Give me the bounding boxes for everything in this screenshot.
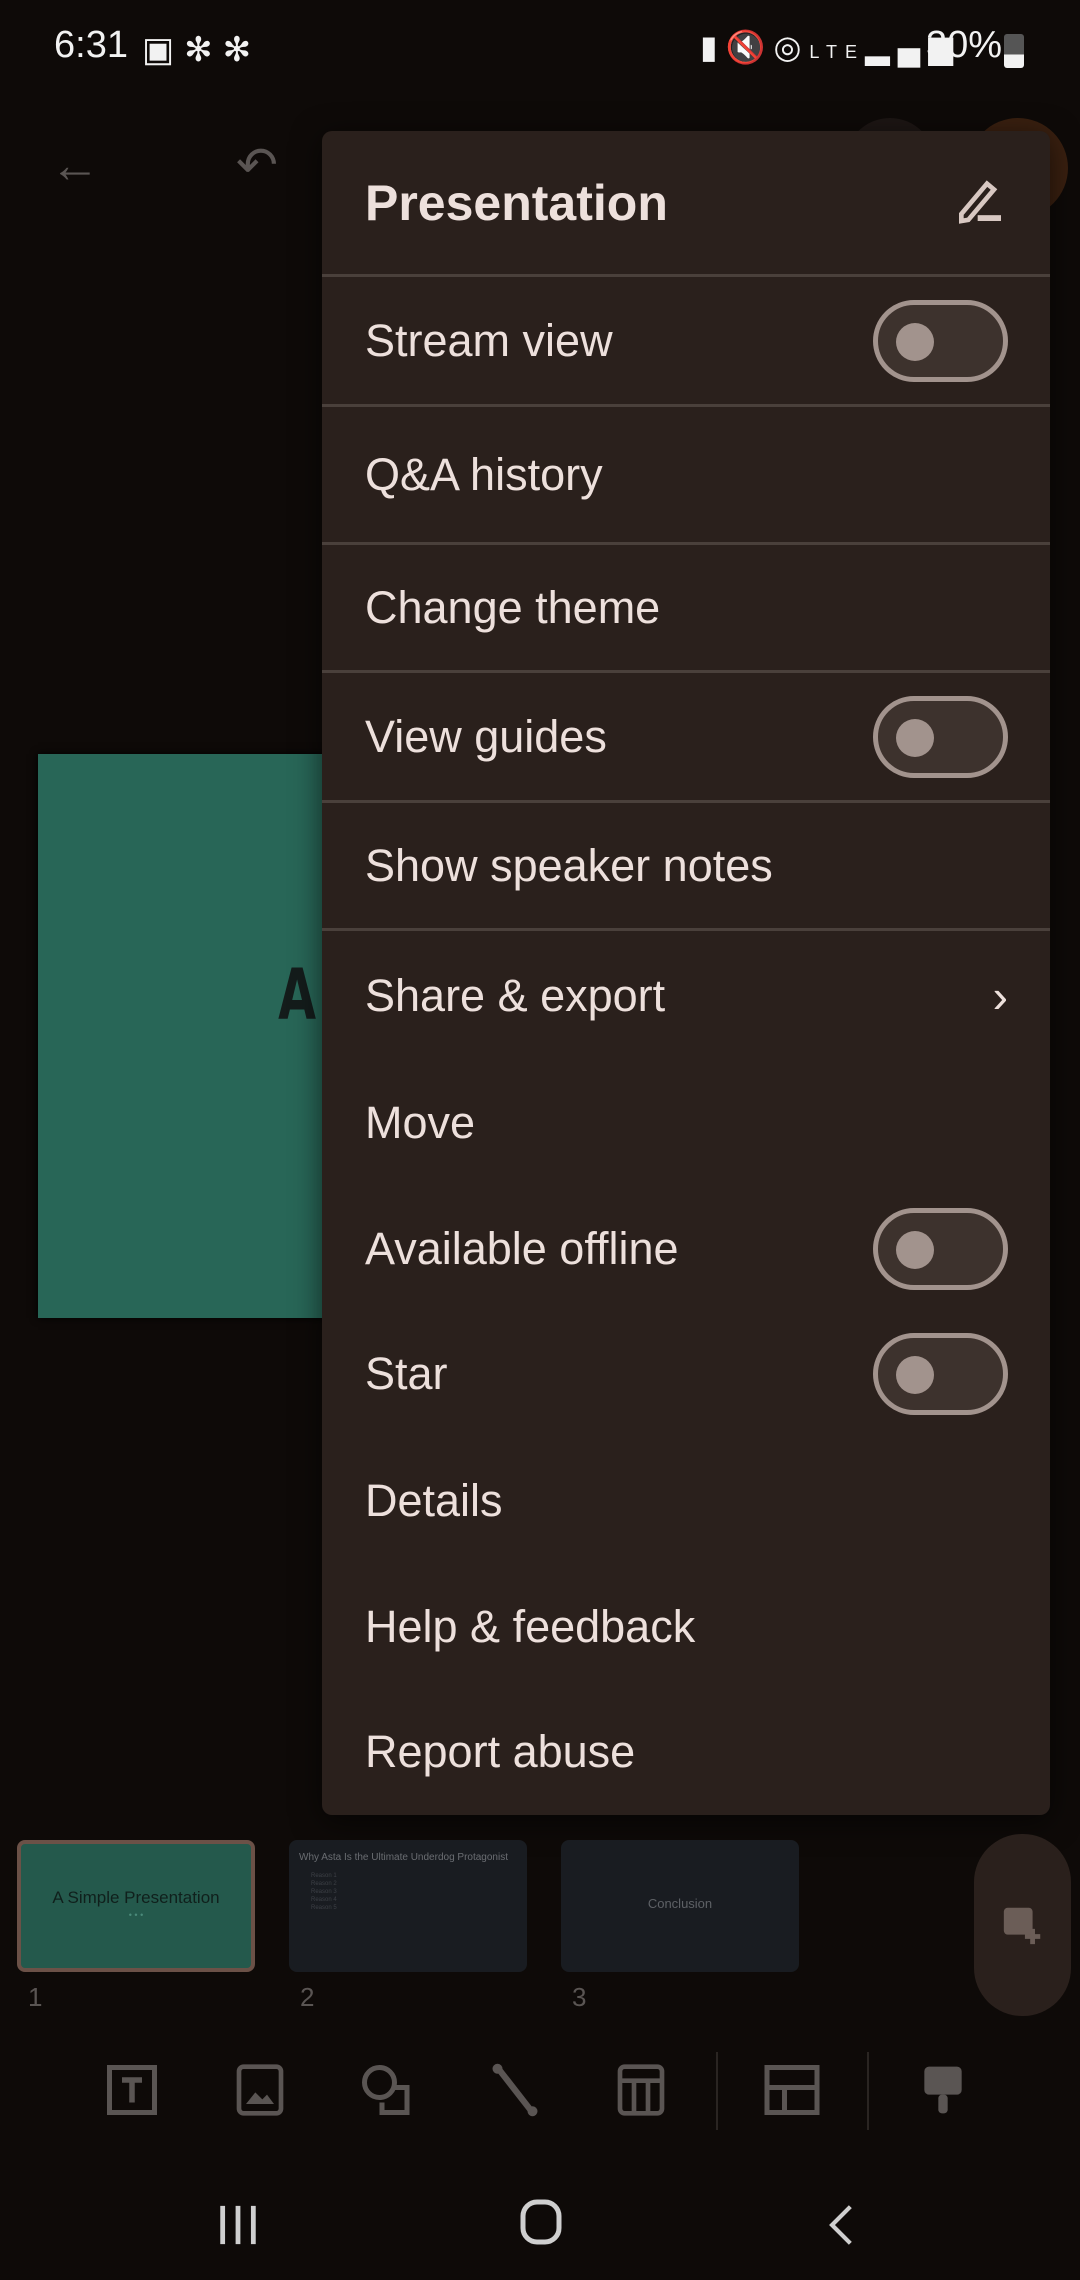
- home-icon[interactable]: [517, 2194, 565, 2259]
- menu-item-stream-view[interactable]: Stream view: [322, 277, 1050, 407]
- slide-thumbnail-1[interactable]: A Simple Presentation • • •: [17, 1840, 255, 1972]
- edit-title-icon[interactable]: [952, 172, 1008, 233]
- table-icon[interactable]: [609, 2060, 673, 2124]
- thumbnail-bullet: Reason 3: [311, 1889, 337, 1895]
- toolbar-divider: [716, 2052, 718, 2130]
- menu-item-move[interactable]: Move: [322, 1060, 1050, 1186]
- toggle-switch[interactable]: [873, 1333, 1008, 1415]
- toolbar-divider: [867, 2052, 869, 2130]
- menu-header: Presentation: [322, 131, 1050, 277]
- thumbnail-bullet: Reason 5: [311, 1905, 337, 1911]
- menu-item-change-theme[interactable]: Change theme: [322, 545, 1050, 673]
- menu-item-label: Star: [365, 1348, 448, 1399]
- menu-item-label: Stream view: [365, 314, 613, 366]
- menu-title: Presentation: [365, 174, 668, 231]
- paint-format-icon[interactable]: [911, 2060, 975, 2124]
- thumbnail-title: Why Asta Is the Ultimate Underdog Protag…: [299, 1852, 508, 1863]
- slide-thumbnail-2[interactable]: Why Asta Is the Ultimate Underdog Protag…: [289, 1840, 527, 1972]
- notification-icons: ▣✻✻: [142, 31, 262, 69]
- thumbnail-bullet: Reason 2: [311, 1881, 337, 1887]
- menu-item-label: Show speaker notes: [365, 839, 773, 891]
- menu-item-label: Available offline: [365, 1222, 679, 1274]
- recent-apps-icon[interactable]: [215, 2196, 261, 2261]
- toggle-knob: [896, 1230, 934, 1269]
- battery-percent: 30%: [926, 24, 1003, 66]
- line-icon[interactable]: [483, 2060, 547, 2124]
- toggle-switch[interactable]: [873, 695, 1008, 778]
- menu-item-help-feedback[interactable]: Help & feedback: [322, 1564, 1050, 1689]
- toggle-switch[interactable]: [873, 1207, 1008, 1290]
- overflow-menu: Presentation Stream view Q&A history Chang…: [322, 131, 1050, 1815]
- thumbnail-bullet: Reason 4: [311, 1897, 337, 1903]
- menu-item-available-offline[interactable]: Available offline: [322, 1186, 1050, 1311]
- battery-icon: [1004, 34, 1024, 68]
- back-nav-icon[interactable]: [822, 2196, 862, 2261]
- add-slide-icon: [1003, 1907, 1041, 1945]
- menu-item-star[interactable]: Star: [322, 1311, 1050, 1437]
- back-arrow-icon[interactable]: ←: [50, 136, 100, 194]
- menu-item-label: Move: [365, 1097, 476, 1148]
- slide-thumbnail-3[interactable]: Conclusion: [561, 1840, 799, 1972]
- undo-icon[interactable]: ↶: [236, 136, 278, 194]
- status-bar: 6:31 ▣✻✻ ▮🔇◎LTE▂▄▆ 30%: [0, 0, 1080, 100]
- thumbnail-title: Conclusion: [647, 1896, 713, 1911]
- menu-item-label: Share & export: [365, 969, 666, 1021]
- slide-number: 3: [572, 1982, 587, 2012]
- menu-item-q-a-history[interactable]: Q&A history: [322, 407, 1050, 545]
- menu-item-label: Details: [365, 1474, 503, 1526]
- toggle-knob: [896, 1356, 934, 1394]
- menu-item-label: Help & feedback: [365, 1600, 696, 1652]
- clock: 6:31: [54, 24, 128, 66]
- slide-canvas[interactable]: A: [38, 754, 328, 1318]
- menu-item-view-guides[interactable]: View guides: [322, 673, 1050, 803]
- toggle-knob: [896, 718, 934, 757]
- shape-icon[interactable]: [355, 2060, 419, 2124]
- image-icon[interactable]: [228, 2060, 292, 2124]
- toggle-switch[interactable]: [873, 299, 1008, 382]
- thumbnail-subtitle: • • •: [128, 1910, 144, 1920]
- menu-item-show-speaker-notes[interactable]: Show speaker notes: [322, 803, 1050, 931]
- toggle-knob: [896, 322, 934, 361]
- menu-item-report-abuse[interactable]: Report abuse: [322, 1689, 1050, 1814]
- add-slide-button[interactable]: [974, 1834, 1071, 2016]
- menu-item-label: View guides: [365, 710, 607, 762]
- menu-item-label: Change theme: [365, 581, 661, 633]
- thumbnail-bullet: Reason 1: [311, 1873, 337, 1879]
- slide-number: 2: [300, 1982, 315, 2012]
- menu-item-label: Report abuse: [365, 1725, 636, 1777]
- menu-item-share-export[interactable]: Share & export ›: [322, 931, 1050, 1060]
- system-icons: ▮🔇◎LTE▂▄▆: [700, 29, 961, 65]
- menu-item-label: Q&A history: [365, 448, 603, 500]
- thumbnail-title: A Simple Presentation: [52, 1888, 220, 1907]
- layout-icon[interactable]: [760, 2060, 824, 2124]
- menu-item-details[interactable]: Details: [322, 1437, 1050, 1564]
- chevron-right-icon: ›: [992, 969, 1008, 1022]
- lte-icon: LTE: [809, 42, 866, 62]
- slide-number: 1: [28, 1982, 43, 2012]
- slide-title-text: A: [278, 954, 317, 1036]
- text-box-icon[interactable]: [100, 2060, 164, 2124]
